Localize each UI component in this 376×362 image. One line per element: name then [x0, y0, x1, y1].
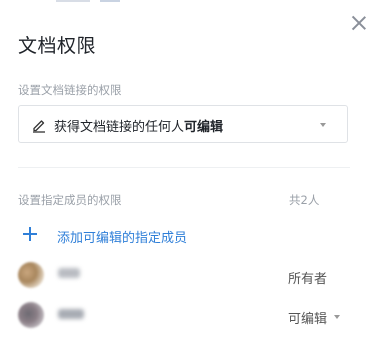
link-permission-label: 设置文档链接的权限	[18, 83, 122, 97]
chevron-down-icon	[320, 123, 326, 127]
members-label: 设置指定成员的权限	[18, 193, 122, 207]
add-member-button[interactable]: 添加可编辑的指定成员	[18, 222, 238, 246]
member-count: 共2人	[289, 193, 320, 207]
member-name-redacted	[58, 268, 80, 278]
close-icon[interactable]	[349, 13, 369, 33]
link-permission-prefix: 获得文档链接的任何人	[54, 120, 185, 135]
chevron-down-icon	[334, 315, 340, 319]
member-role-label: 可编辑	[288, 312, 328, 327]
add-member-label: 添加可编辑的指定成员	[57, 231, 188, 246]
top-strip-segment	[56, 0, 90, 2]
member-role: 所有者	[288, 272, 328, 287]
top-strip	[0, 0, 376, 4]
link-permission-select[interactable]: 获得文档链接的任何人可编辑	[18, 105, 348, 143]
member-name-redacted	[58, 309, 84, 319]
divider	[18, 167, 350, 168]
link-permission-text: 获得文档链接的任何人可编辑	[54, 116, 223, 135]
plus-icon	[23, 227, 37, 241]
member-role-dropdown[interactable]: 可编辑	[288, 308, 340, 327]
dialog-title: 文档权限	[18, 35, 97, 57]
avatar	[18, 302, 44, 328]
pencil-icon	[33, 120, 45, 133]
top-strip-segment	[100, 0, 120, 2]
avatar	[18, 262, 44, 288]
link-permission-level: 可编辑	[184, 120, 224, 135]
